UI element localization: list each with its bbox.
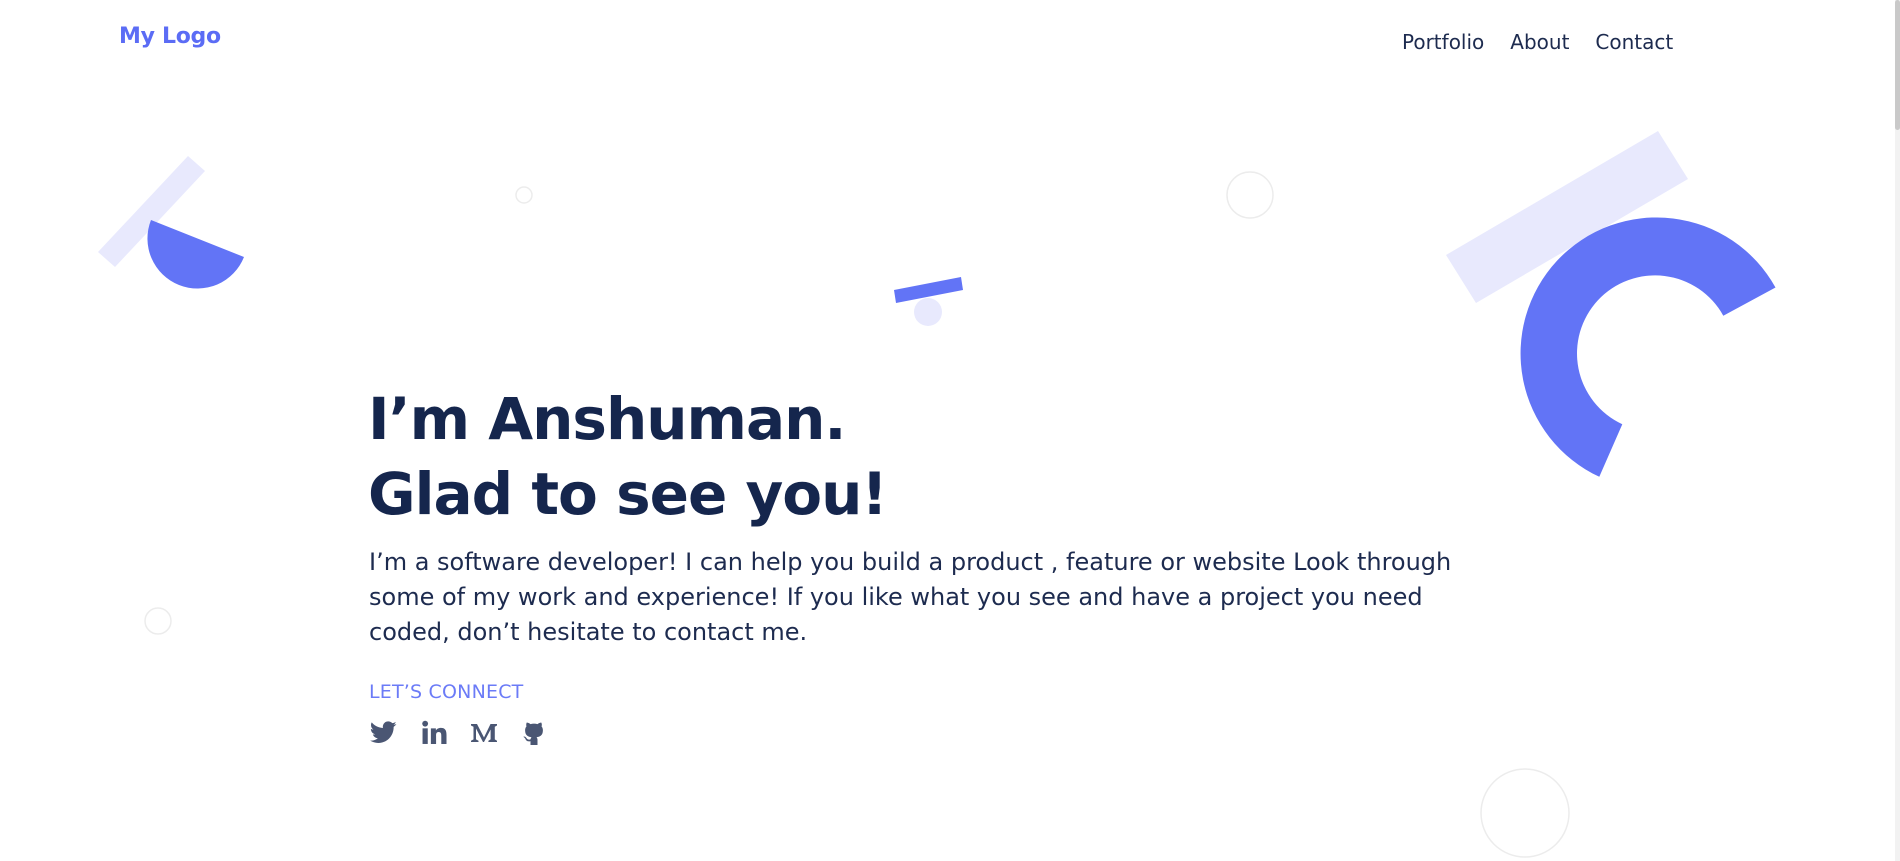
hero-title-line-2: Glad to see you! <box>368 460 888 528</box>
hero-title: I’m Anshuman. Glad to see you! <box>368 382 888 532</box>
nav-contact[interactable]: Contact <box>1595 30 1673 54</box>
deco-half-circle-left <box>147 220 244 289</box>
deco-blue-arc-right <box>1520 217 1776 477</box>
decorative-shapes <box>98 131 1776 858</box>
hero-description: I’m a software developer! I can help you… <box>369 548 1452 646</box>
connect-label: LET’S CONNECT <box>369 681 524 703</box>
github-icon[interactable] <box>519 718 548 747</box>
nav-portfolio[interactable]: Portfolio <box>1402 30 1484 54</box>
nav-about[interactable]: About <box>1510 30 1569 54</box>
page: My Logo Portfolio About Contact I’m Ansh… <box>0 0 1900 861</box>
logo[interactable]: My Logo <box>119 24 221 49</box>
scrollbar-thumb[interactable] <box>1895 0 1900 130</box>
deco-ring-left <box>144 607 172 635</box>
deco-ring-top-center <box>1226 171 1274 219</box>
medium-icon[interactable] <box>469 718 498 747</box>
scrollbar[interactable] <box>1895 0 1900 861</box>
social-links <box>369 718 548 747</box>
deco-light-dot-center <box>914 298 942 326</box>
hero-title-line-1: I’m Anshuman. <box>368 385 846 453</box>
twitter-icon[interactable] <box>369 718 398 747</box>
linkedin-icon[interactable] <box>419 718 448 747</box>
deco-ring-bottom <box>1480 768 1570 858</box>
deco-ring-small <box>515 186 533 204</box>
main-nav: Portfolio About Contact <box>1402 30 1673 54</box>
